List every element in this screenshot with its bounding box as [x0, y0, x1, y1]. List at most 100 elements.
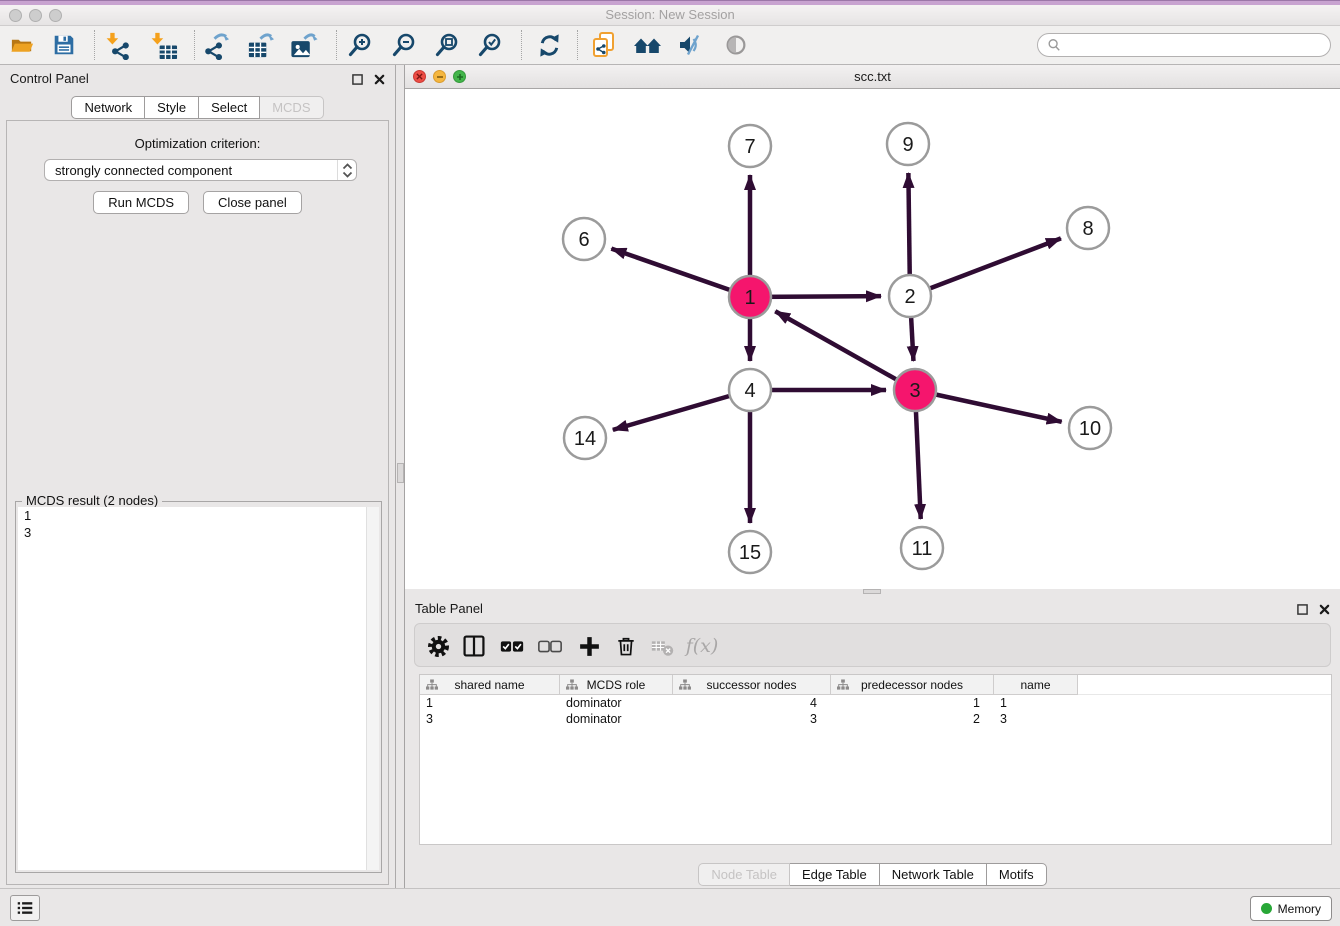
function-builder-icon[interactable]: f(x): [687, 632, 717, 660]
svg-text:15: 15: [739, 542, 761, 564]
close-panel-button[interactable]: Close panel: [203, 191, 302, 214]
mcds-panel: Optimization criterion: strongly connect…: [6, 120, 389, 885]
table-cell[interactable]: 2: [831, 711, 994, 727]
close-window-icon[interactable]: [9, 9, 22, 22]
tab-network-table[interactable]: Network Table: [880, 863, 987, 886]
graph-node-8[interactable]: 8: [1067, 207, 1109, 249]
refresh-icon[interactable]: [532, 30, 566, 60]
tab-mcds[interactable]: MCDS: [260, 96, 323, 119]
search-box[interactable]: [1037, 33, 1331, 57]
maximize-network-icon[interactable]: [453, 70, 466, 83]
graph-node-14[interactable]: 14: [564, 417, 606, 459]
tab-edge-table[interactable]: Edge Table: [790, 863, 880, 886]
zoom-selected-icon[interactable]: [473, 30, 507, 60]
close-panel-icon[interactable]: [374, 72, 385, 90]
export-image-icon[interactable]: [286, 30, 320, 60]
divider-grip[interactable]: [863, 589, 881, 594]
toolbar-separator: [336, 30, 337, 60]
export-table-icon[interactable]: [243, 30, 277, 60]
table-cell[interactable]: 3: [994, 711, 1078, 727]
table-tabs: Node Table Edge Table Network Table Moti…: [405, 863, 1340, 886]
table-row[interactable]: 3dominator323: [420, 711, 1331, 727]
column-header-MCDS-role[interactable]: MCDS role: [560, 675, 673, 695]
search-input[interactable]: [1067, 38, 1321, 53]
table-panel: Table Panel f(x) shared nameMCDS rolesuc…: [405, 595, 1340, 888]
graph-edge-3-10[interactable]: [915, 390, 1062, 422]
table-cell[interactable]: 1: [994, 695, 1078, 711]
node-table[interactable]: shared nameMCDS rolesuccessor nodesprede…: [419, 674, 1332, 845]
select-all-icon[interactable]: [497, 632, 527, 660]
graph-node-7[interactable]: 7: [729, 125, 771, 167]
table-cell[interactable]: 1: [420, 695, 560, 711]
save-session-icon[interactable]: [47, 30, 81, 60]
divider-grip[interactable]: [397, 463, 404, 483]
table-cell[interactable]: 3: [673, 711, 831, 727]
close-panel-icon[interactable]: [1319, 602, 1330, 620]
column-header-successor-nodes[interactable]: successor nodes: [673, 675, 831, 695]
column-header-shared-name[interactable]: shared name: [420, 675, 560, 695]
show-column-icon[interactable]: [459, 632, 489, 660]
svg-text:4: 4: [744, 380, 755, 402]
mute-icon[interactable]: [674, 30, 708, 60]
criterion-value: strongly connected component: [55, 163, 232, 178]
new-network-from-selection-icon[interactable]: [587, 30, 621, 60]
tab-motifs[interactable]: Motifs: [987, 863, 1047, 886]
graph-node-15[interactable]: 15: [729, 531, 771, 573]
zoom-in-icon[interactable]: [343, 30, 377, 60]
tab-style[interactable]: Style: [145, 96, 199, 119]
criterion-select[interactable]: strongly connected component: [44, 159, 357, 181]
close-network-icon[interactable]: [413, 70, 426, 83]
memory-button[interactable]: Memory: [1250, 896, 1332, 921]
float-panel-icon[interactable]: [1297, 602, 1308, 620]
table-row[interactable]: 1dominator411: [420, 695, 1331, 711]
graph-edge-3-1[interactable]: [775, 311, 915, 390]
eye-icon[interactable]: [719, 30, 753, 60]
graph-node-2[interactable]: 2: [889, 275, 931, 317]
zoom-fit-icon[interactable]: [430, 30, 464, 60]
tab-network[interactable]: Network: [71, 96, 145, 119]
column-header-name[interactable]: name: [994, 675, 1078, 695]
table-cell[interactable]: 1: [831, 695, 994, 711]
minimize-window-icon[interactable]: [29, 9, 42, 22]
open-session-icon[interactable]: [5, 30, 39, 60]
deselect-all-icon[interactable]: [535, 632, 565, 660]
import-network-icon[interactable]: [101, 30, 135, 60]
export-network-icon[interactable]: [199, 30, 233, 60]
table-cell[interactable]: dominator: [560, 711, 673, 727]
graph-node-10[interactable]: 10: [1069, 407, 1111, 449]
add-row-icon[interactable]: [574, 632, 604, 660]
settings-gear-icon[interactable]: [423, 632, 453, 660]
network-window-titlebar[interactable]: scc.txt: [405, 65, 1340, 89]
result-scrollbar[interactable]: [366, 507, 379, 870]
table-cell[interactable]: 3: [420, 711, 560, 727]
toolbar-separator: [94, 30, 95, 60]
tab-select[interactable]: Select: [199, 96, 260, 119]
zoom-out-icon[interactable]: [387, 30, 421, 60]
column-header-predecessor-nodes[interactable]: predecessor nodes: [831, 675, 994, 695]
float-panel-icon[interactable]: [352, 72, 363, 90]
svg-text:11: 11: [912, 538, 933, 560]
task-history-button[interactable]: [10, 895, 40, 921]
graph-node-1[interactable]: 1: [729, 276, 771, 318]
graph-edge-2-8[interactable]: [910, 238, 1061, 296]
delete-table-icon[interactable]: [648, 632, 678, 660]
toolbar-separator: [194, 30, 195, 60]
network-graph[interactable]: 1 2 3 4 6 7 8 9 10 11 14 15: [405, 89, 1340, 589]
delete-row-icon[interactable]: [611, 632, 641, 660]
graph-node-9[interactable]: 9: [887, 123, 929, 165]
graph-node-3[interactable]: 3: [894, 369, 936, 411]
graph-node-4[interactable]: 4: [729, 369, 771, 411]
tab-node-table[interactable]: Node Table: [698, 863, 790, 886]
graph-node-11[interactable]: 11: [901, 527, 943, 569]
mcds-result-text[interactable]: 13: [18, 507, 379, 870]
table-cell[interactable]: dominator: [560, 695, 673, 711]
minimize-network-icon[interactable]: [433, 70, 446, 83]
zoom-window-icon[interactable]: [49, 9, 62, 22]
app-titlebar[interactable]: Session: New Session: [0, 5, 1340, 26]
vertical-split-divider[interactable]: [397, 65, 405, 888]
graph-node-6[interactable]: 6: [563, 218, 605, 260]
home-icon[interactable]: [631, 30, 665, 60]
run-mcds-button[interactable]: Run MCDS: [93, 191, 189, 214]
table-cell[interactable]: 4: [673, 695, 831, 711]
import-table-icon[interactable]: [146, 30, 180, 60]
